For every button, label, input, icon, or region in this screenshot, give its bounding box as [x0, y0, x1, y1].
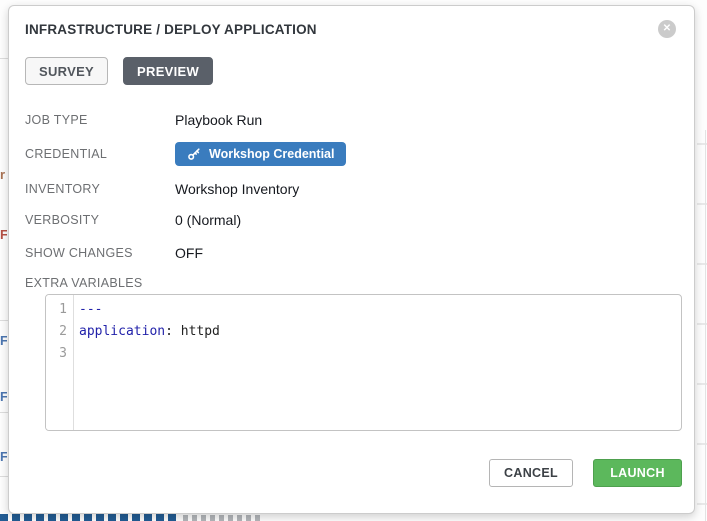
cancel-button[interactable]: CANCEL — [489, 459, 573, 487]
detail-row-job-type: JOB TYPE Playbook Run — [25, 111, 682, 129]
job-type-value: Playbook Run — [175, 112, 262, 128]
background-text-fragment: F — [0, 390, 7, 404]
background-line — [0, 476, 8, 477]
detail-row-verbosity: VERBOSITY 0 (Normal) — [25, 211, 682, 229]
deploy-application-modal: INFRASTRUCTURE / DEPLOY APPLICATION ✕ SU… — [8, 5, 695, 514]
tab-preview[interactable]: PREVIEW — [123, 57, 213, 85]
job-details: JOB TYPE Playbook Run CREDENTIAL — [25, 111, 682, 262]
credential-chip[interactable]: Workshop Credential — [175, 142, 346, 166]
detail-row-show-changes: SHOW CHANGES OFF — [25, 244, 682, 262]
modal-footer: CANCEL LAUNCH — [25, 459, 682, 487]
code-line[interactable]: --- — [79, 299, 681, 321]
background-line — [0, 412, 8, 413]
verbosity-label: VERBOSITY — [25, 213, 175, 227]
background-clipped-text — [183, 515, 263, 521]
credential-chip-label: Workshop Credential — [209, 147, 334, 161]
background-text-fragment: F — [0, 334, 7, 348]
show-changes-value: OFF — [175, 245, 203, 261]
line-number: 2 — [46, 321, 73, 343]
background-text-fragment: F — [0, 228, 7, 242]
extra-variables-label: EXTRA VARIABLES — [25, 276, 682, 290]
extra-variables-editor[interactable]: 1 2 3 --- application: httpd — [45, 294, 682, 431]
background-clipped-text — [0, 514, 178, 521]
close-icon[interactable]: ✕ — [658, 20, 676, 38]
inventory-value: Workshop Inventory — [175, 181, 299, 197]
detail-row-credential: CREDENTIAL — [25, 142, 682, 166]
tab-survey[interactable]: SURVEY — [25, 57, 108, 85]
line-number: 1 — [46, 299, 73, 321]
tab-bar: SURVEY PREVIEW — [25, 57, 682, 85]
inventory-label: INVENTORY — [25, 182, 175, 196]
editor-line-numbers: 1 2 3 — [46, 295, 74, 430]
code-line[interactable]: application: httpd — [79, 321, 681, 343]
key-icon — [187, 147, 201, 161]
background-line — [0, 58, 8, 59]
background-line — [0, 320, 8, 321]
modal-header: INFRASTRUCTURE / DEPLOY APPLICATION ✕ — [25, 22, 682, 38]
background-line — [705, 130, 706, 521]
show-changes-label: SHOW CHANGES — [25, 246, 175, 260]
verbosity-value: 0 (Normal) — [175, 212, 241, 228]
background-text-fragment: F — [0, 450, 7, 464]
editor-code-area[interactable]: --- application: httpd — [74, 295, 681, 430]
credential-label: CREDENTIAL — [25, 147, 175, 161]
line-number: 3 — [46, 343, 73, 365]
background-text-fragment: r — [0, 168, 7, 182]
screen: r F F F F INFRASTRUCTURE / DEPLOY APPLIC… — [0, 0, 707, 521]
launch-button[interactable]: LAUNCH — [593, 459, 682, 487]
credential-value: Workshop Credential — [175, 142, 346, 166]
job-type-label: JOB TYPE — [25, 113, 175, 127]
detail-row-inventory: INVENTORY Workshop Inventory — [25, 180, 682, 198]
modal-title: INFRASTRUCTURE / DEPLOY APPLICATION — [25, 22, 317, 38]
